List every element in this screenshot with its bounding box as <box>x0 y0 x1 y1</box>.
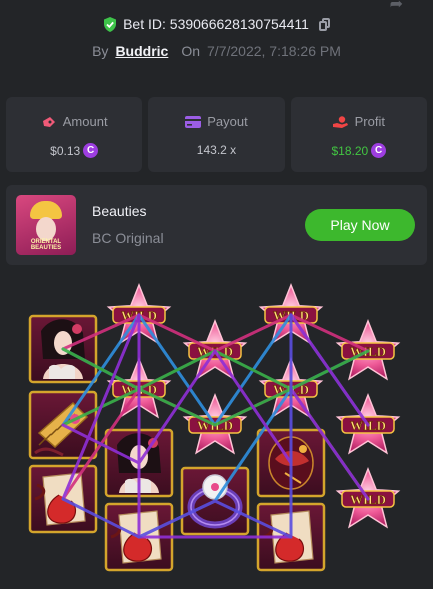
thumbnail-logo-text: ORIENTAL BEAUTIES <box>30 239 62 251</box>
bet-id: Bet ID: 539066628130754411 <box>123 16 309 32</box>
username-link[interactable]: Buddric <box>115 43 168 59</box>
copy-icon[interactable] <box>318 17 330 31</box>
coin-icon: C <box>83 143 99 158</box>
slot-board: WILDWILDWILDWILDWILDWILDWILDWILDWILD <box>28 282 401 572</box>
share-icon[interactable]: ➦ <box>390 0 403 14</box>
coin-icon: C <box>371 143 387 158</box>
on-label: On <box>181 43 201 59</box>
game-name[interactable]: Beauties <box>92 203 146 219</box>
bet-meta-row: By Buddric On 7/7/2022, 7:18:26 PM <box>0 43 433 59</box>
lady-icon <box>36 217 56 241</box>
bet-date: 7/7/2022, 7:18:26 PM <box>207 43 341 59</box>
game-thumbnail[interactable]: ORIENTAL BEAUTIES <box>16 195 76 255</box>
stat-profit-value: $18.20 <box>331 143 369 158</box>
card-icon <box>185 115 202 128</box>
hand-coin-icon <box>332 115 348 128</box>
stat-payout: Payout 143.2 x <box>148 97 285 172</box>
stat-amount-value: $0.13 <box>50 143 81 158</box>
stat-amount: Amount $0.13 C <box>6 97 143 172</box>
play-now-button[interactable]: Play Now <box>305 209 415 241</box>
stat-profit-label: Profit <box>354 114 385 129</box>
bet-stats: Amount $0.13 C Payout 143.2 x Profit $18… <box>6 97 427 172</box>
game-card: ORIENTAL BEAUTIES Beauties BC Original P… <box>6 185 427 265</box>
game-provider: BC Original <box>92 230 164 246</box>
by-label: By <box>92 43 109 59</box>
stat-profit: Profit $18.20 C <box>290 97 427 172</box>
stat-amount-label: Amount <box>62 114 108 129</box>
bag-icon <box>42 116 55 127</box>
stat-payout-label: Payout <box>207 114 248 129</box>
verified-shield-icon <box>104 16 117 32</box>
stat-payout-value: 143.2 x <box>196 143 237 157</box>
bet-id-row: Bet ID: 539066628130754411 <box>0 16 433 32</box>
